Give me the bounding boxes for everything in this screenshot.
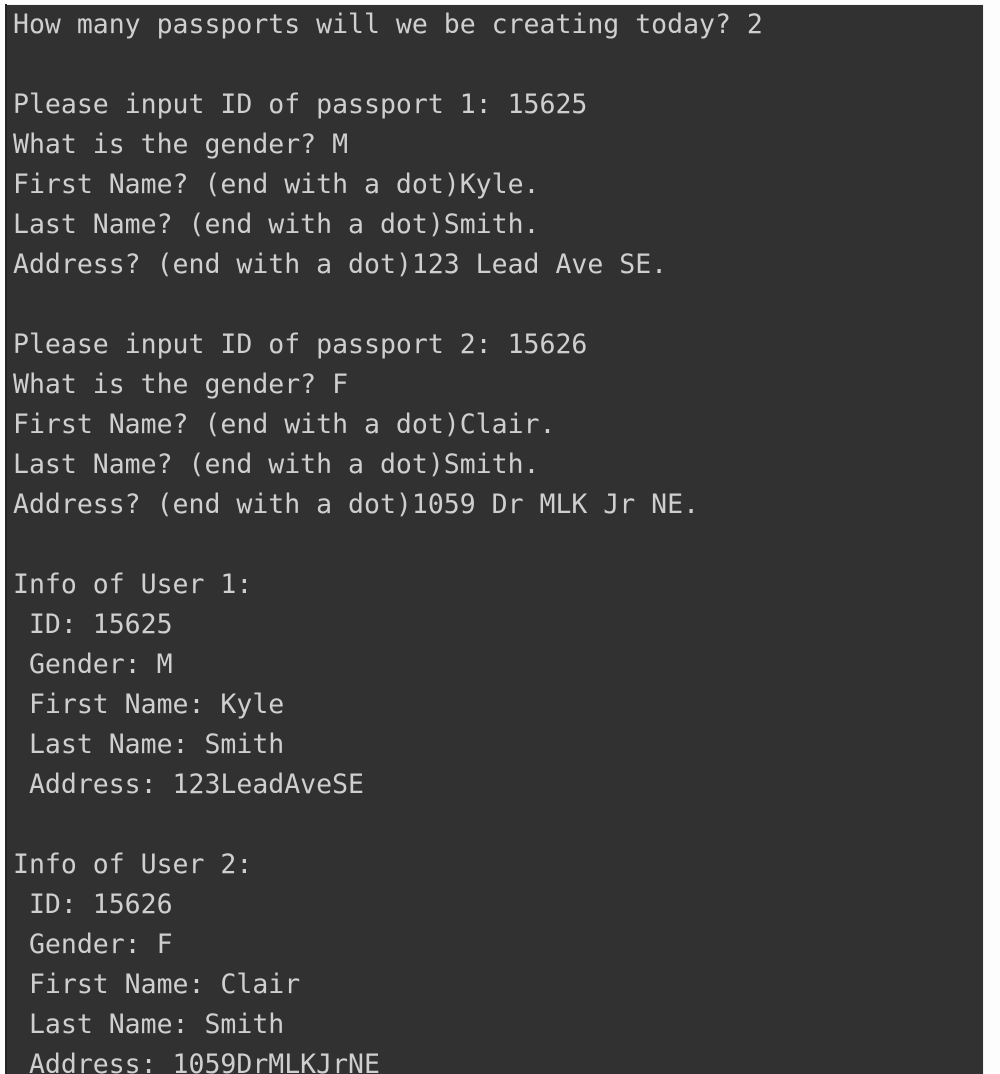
console-line: Please input ID of passport 2: 15626 [13, 329, 588, 360]
console-line: ID: 15625 [13, 609, 173, 640]
window-frame-left-shadow [5, 4, 7, 1074]
console-line: Address? (end with a dot)123 Lead Ave SE… [13, 249, 668, 280]
window-frame-right [984, 0, 1000, 1074]
console-line: Address? (end with a dot)1059 Dr MLK Jr … [13, 489, 700, 520]
console-line: Info of User 2: [13, 849, 253, 880]
console-line: First Name? (end with a dot)Kyle. [13, 169, 540, 200]
console-line: First Name: Clair [13, 969, 301, 1000]
console-output: How many passports will we be creating t… [13, 5, 763, 1074]
console-line: How many passports will we be creating t… [13, 9, 763, 40]
terminal-screen[interactable]: How many passports will we be creating t… [6, 5, 983, 1074]
console-line: Info of User 1: [13, 569, 253, 600]
console-line: ID: 15626 [13, 889, 173, 920]
console-line: Last Name: Smith [13, 729, 285, 760]
console-line: What is the gender? M [13, 129, 349, 160]
console-line: Gender: F [13, 929, 173, 960]
console-line: First Name: Kyle [13, 689, 285, 720]
console-line: Last Name? (end with a dot)Smith. [13, 209, 540, 240]
console-line: Gender: M [13, 649, 173, 680]
console-line: Last Name? (end with a dot)Smith. [13, 449, 540, 480]
terminal-window: How many passports will we be creating t… [0, 0, 1000, 1074]
window-frame-top [0, 0, 1000, 4]
console-line: Address: 123LeadAveSE [13, 769, 364, 800]
console-line: What is the gender? F [13, 369, 349, 400]
console-line: First Name? (end with a dot)Clair. [13, 409, 556, 440]
console-line: Please input ID of passport 1: 15625 [13, 89, 588, 120]
console-line: Last Name: Smith [13, 1009, 285, 1040]
console-line: Address: 1059DrMLKJrNE [13, 1049, 380, 1074]
